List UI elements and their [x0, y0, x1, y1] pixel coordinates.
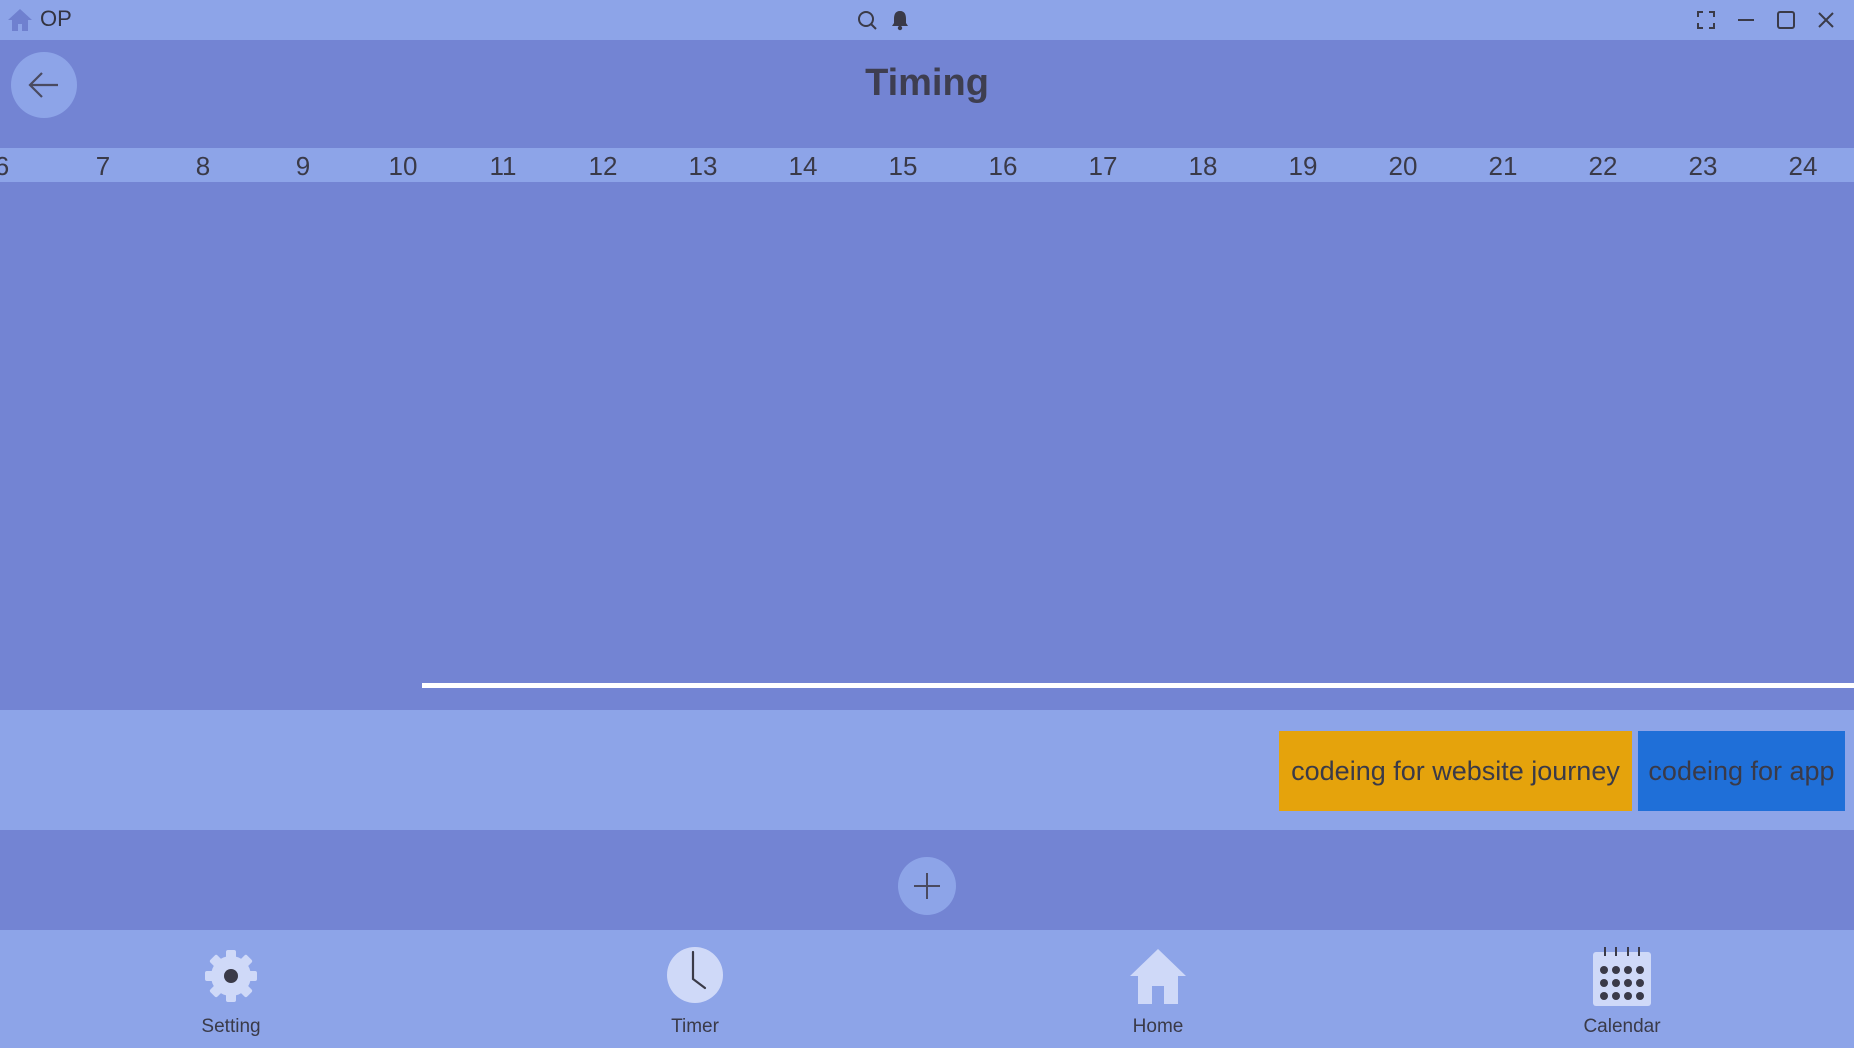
- hour-label: 8: [195, 151, 211, 181]
- nav-label: Timer: [671, 1016, 719, 1037]
- hour-label: 19: [1288, 151, 1318, 181]
- calendar-icon: [1592, 946, 1652, 1006]
- nav-item-timer[interactable]: Timer: [595, 930, 795, 1048]
- fullscreen-icon[interactable]: [1696, 10, 1716, 30]
- hour-label: 24: [1788, 151, 1818, 181]
- timeline-area[interactable]: [0, 182, 1854, 710]
- hour-label: 15: [888, 151, 918, 181]
- hour-ruler[interactable]: 6 7 8 9 10 11 12 13 14 15 16 17 18 19 20…: [0, 148, 1854, 182]
- hour-label: 13: [688, 151, 718, 181]
- close-icon[interactable]: [1816, 10, 1836, 30]
- hour-label: 11: [489, 151, 517, 181]
- hour-label: 20: [1388, 151, 1418, 181]
- nav-item-home[interactable]: Home: [1058, 930, 1258, 1048]
- title-bar-tools: [856, 8, 916, 32]
- hour-label: 17: [1088, 151, 1118, 181]
- nav-item-calendar[interactable]: Calendar: [1522, 930, 1722, 1048]
- hour-label: 7: [95, 151, 111, 181]
- home-icon: [1128, 946, 1188, 1006]
- hour-label: 21: [1488, 151, 1518, 181]
- bottom-nav: Setting Timer Home Calendar: [0, 930, 1854, 1048]
- hour-label: 22: [1588, 151, 1618, 181]
- hour-label: 18: [1188, 151, 1218, 181]
- add-area: [0, 830, 1854, 930]
- window-controls: [1694, 0, 1854, 40]
- app-name: OP: [40, 6, 72, 31]
- page-header: Timing: [0, 40, 1854, 148]
- clock-icon: [665, 946, 725, 1006]
- nav-label: Calendar: [1583, 1016, 1661, 1037]
- hour-label: 16: [988, 151, 1018, 181]
- minimize-icon[interactable]: [1736, 10, 1756, 30]
- task-chip[interactable]: codeing for app: [1638, 731, 1845, 811]
- task-chip[interactable]: codeing for website journey: [1279, 731, 1632, 811]
- current-time-line: [422, 683, 1854, 688]
- add-task-button[interactable]: [898, 857, 956, 915]
- home-icon[interactable]: [6, 8, 34, 32]
- maximize-icon[interactable]: [1776, 10, 1796, 30]
- hour-label: 23: [1688, 151, 1718, 181]
- nav-label: Home: [1132, 1016, 1184, 1037]
- gear-icon: [201, 946, 261, 1006]
- nav-label: Setting: [201, 1016, 261, 1037]
- hour-label: 6: [0, 151, 10, 181]
- bell-icon[interactable]: [890, 8, 910, 37]
- nav-item-setting[interactable]: Setting: [131, 930, 331, 1048]
- page-title: Timing: [865, 62, 989, 104]
- hour-label: 9: [295, 151, 311, 181]
- task-strip: codeing for website journey codeing for …: [0, 710, 1854, 830]
- hour-label: 14: [788, 151, 818, 181]
- title-bar: OP: [0, 0, 1854, 40]
- hour-label: 12: [588, 151, 618, 181]
- search-icon[interactable]: [856, 8, 878, 37]
- hour-label: 10: [388, 151, 418, 181]
